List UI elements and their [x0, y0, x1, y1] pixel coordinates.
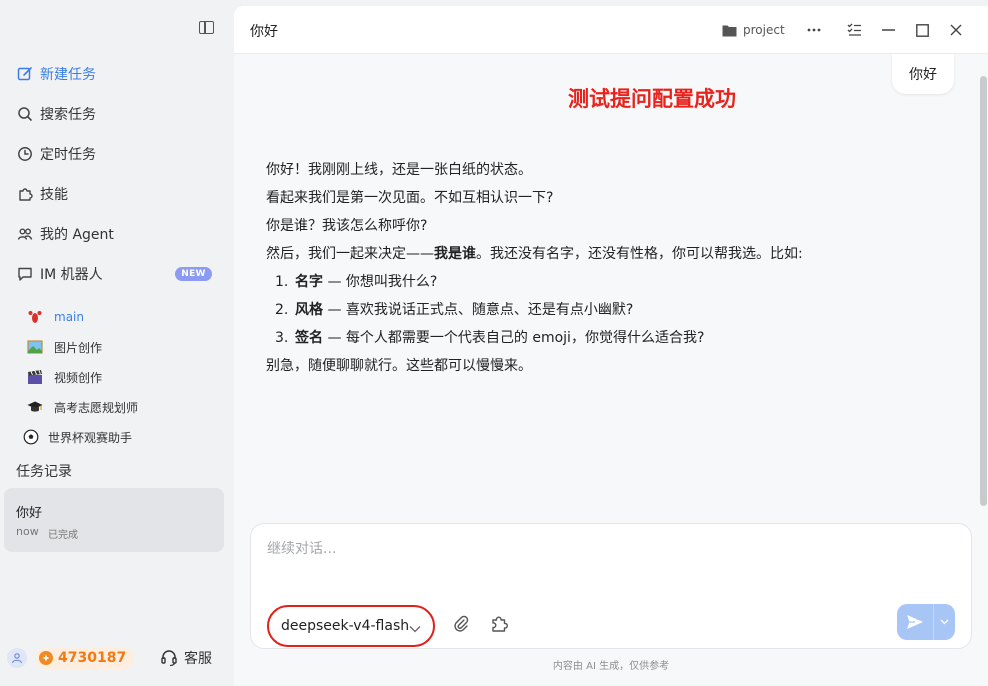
reply-paragraph: 看起来我们是第一次见面。不如互相认识一下?: [266, 190, 554, 206]
list-number: 2.: [275, 302, 289, 318]
agent-label: main: [54, 310, 84, 324]
sidebar-item-skills[interactable]: 技能: [16, 184, 68, 204]
reply-text: 。我还没有名字，还没有性格，你可以帮我选。比如:: [476, 246, 803, 262]
picture-icon: [26, 339, 44, 355]
agent-label: 视频创作: [54, 370, 103, 385]
message-input[interactable]: 继续对话...: [267, 538, 336, 558]
customer-service-button[interactable]: 客服: [160, 648, 212, 668]
success-annotation: 测试提问配置成功: [568, 87, 736, 111]
reply-bold-text: 我是谁: [434, 246, 476, 262]
scrollbar[interactable]: [980, 76, 987, 506]
reply-paragraph: 你是谁？我该怎么称呼你?: [266, 218, 428, 234]
folder-icon: [722, 24, 737, 37]
agent-label: 世界杯观赛助手: [48, 430, 133, 445]
minimize-icon[interactable]: [878, 20, 898, 40]
close-icon[interactable]: [946, 20, 966, 40]
list-term: 名字: [295, 274, 323, 290]
graduation-cap-icon: [26, 399, 44, 415]
sidebar-item-label: 新建任务: [40, 67, 96, 83]
avatar[interactable]: [7, 648, 27, 668]
ai-disclaimer: 内容由 AI 生成，仅供参考: [552, 661, 670, 672]
agent-item-gaokao-planner[interactable]: 高考志愿规划师: [26, 398, 138, 416]
list-text: — 每个人都需要一个代表自己的 emoji，你觉得什么适合我?: [323, 330, 705, 346]
plugin-icon[interactable]: [489, 613, 509, 635]
task-status: 已完成: [48, 530, 78, 541]
soccer-ball-icon: [22, 429, 40, 445]
sidebar-item-scheduled-task[interactable]: 定时任务: [16, 144, 96, 164]
customer-service-label: 客服: [184, 651, 212, 667]
headset-icon: [160, 649, 178, 667]
main-panel: 你好 project 你好 测试提问配置成功 你好！我刚刚上线，还是一张白纸的状…: [234, 6, 988, 686]
list-number: 1.: [275, 274, 289, 290]
sidebar-item-label: 定时任务: [40, 147, 96, 163]
sidebar-item-new-task[interactable]: 新建任务: [16, 64, 96, 84]
list-item: 1. 名字 — 你想叫我什么?: [266, 268, 906, 296]
sidebar-item-label: 我的 Agent: [40, 227, 114, 243]
list-term: 风格: [295, 302, 323, 318]
agent-item-video-creation[interactable]: 视频创作: [26, 368, 102, 386]
task-title: 你好: [16, 506, 43, 521]
points-badge[interactable]: 4730187: [35, 647, 135, 669]
sidebar-toggle-icon[interactable]: [199, 21, 214, 34]
agent-icon: [16, 226, 33, 243]
send-icon[interactable]: [897, 604, 933, 640]
task-history-item[interactable]: 你好 now 已完成: [4, 488, 224, 552]
sidebar: 新建任务 搜索任务 定时任务 技能 我的 Agent IM 机器人 NEW ma…: [0, 0, 232, 686]
model-selector[interactable]: deepseek-v4-flash: [267, 605, 435, 647]
reply-paragraph: 你好！我刚刚上线，还是一张白纸的状态。: [266, 162, 532, 178]
agent-label: 图片创作: [54, 340, 103, 355]
agent-item-main[interactable]: main: [26, 308, 84, 326]
search-icon: [16, 106, 33, 123]
sidebar-item-label: 搜索任务: [40, 107, 96, 123]
sidebar-item-label: IM 机器人: [40, 267, 103, 283]
agent-item-image-creation[interactable]: 图片创作: [26, 338, 102, 356]
model-name: deepseek-v4-flash: [281, 618, 410, 634]
task-list-icon[interactable]: [844, 20, 864, 40]
agent-label: 高考志愿规划师: [54, 400, 139, 415]
send-options-chevron-icon[interactable]: [933, 604, 955, 640]
chevron-down-icon: [409, 621, 421, 637]
maximize-icon[interactable]: [912, 20, 932, 40]
chat-icon: [16, 266, 33, 283]
list-item: 3. 签名 — 每个人都需要一个代表自己的 emoji，你觉得什么适合我?: [266, 324, 906, 352]
reply-paragraph: 别急，随便聊聊就行。这些都可以慢慢来。: [266, 358, 532, 374]
composer: 继续对话... deepseek-v4-flash: [250, 523, 972, 649]
sidebar-item-label: 技能: [40, 187, 68, 203]
puzzle-icon: [16, 186, 33, 203]
paperclip-icon[interactable]: [451, 613, 471, 635]
list-number: 3.: [275, 330, 289, 346]
reply-text: 然后，我们一起来决定——: [266, 246, 434, 262]
sidebar-item-im-bot[interactable]: IM 机器人: [16, 264, 103, 284]
assistant-reply: 你好！我刚刚上线，还是一张白纸的状态。 看起来我们是第一次见面。不如互相认识一下…: [266, 156, 906, 380]
task-time: now: [16, 525, 39, 538]
project-label: project: [743, 23, 785, 37]
send-group: [897, 604, 955, 640]
reply-paragraph: 然后，我们一起来决定——我是谁。我还没有名字，还没有性格，你可以帮我选。比如:: [266, 240, 906, 268]
clapper-icon: [26, 369, 44, 385]
list-text: — 喜欢我说话正式点、随意点、还是有点小幽默?: [323, 302, 634, 318]
conversation-title: 你好: [250, 24, 278, 40]
sidebar-item-my-agent[interactable]: 我的 Agent: [16, 224, 114, 244]
title-bar: 你好 project: [234, 6, 988, 54]
list-item: 2. 风格 — 喜欢我说话正式点、随意点、还是有点小幽默?: [266, 296, 906, 324]
list-term: 签名: [295, 330, 323, 346]
task-history-title: 任务记录: [16, 464, 72, 480]
list-text: — 你想叫我什么?: [323, 274, 438, 290]
agent-item-world-cup-assistant[interactable]: 世界杯观赛助手: [22, 428, 132, 446]
coin-icon: [39, 651, 53, 665]
project-button[interactable]: project: [722, 21, 785, 39]
clock-icon: [16, 146, 33, 163]
points-value: 4730187: [58, 650, 127, 666]
more-icon[interactable]: [804, 20, 824, 40]
new-badge: NEW: [175, 267, 212, 281]
new-task-icon: [16, 66, 33, 83]
sidebar-item-search-task[interactable]: 搜索任务: [16, 104, 96, 124]
lobster-icon: [26, 309, 44, 325]
